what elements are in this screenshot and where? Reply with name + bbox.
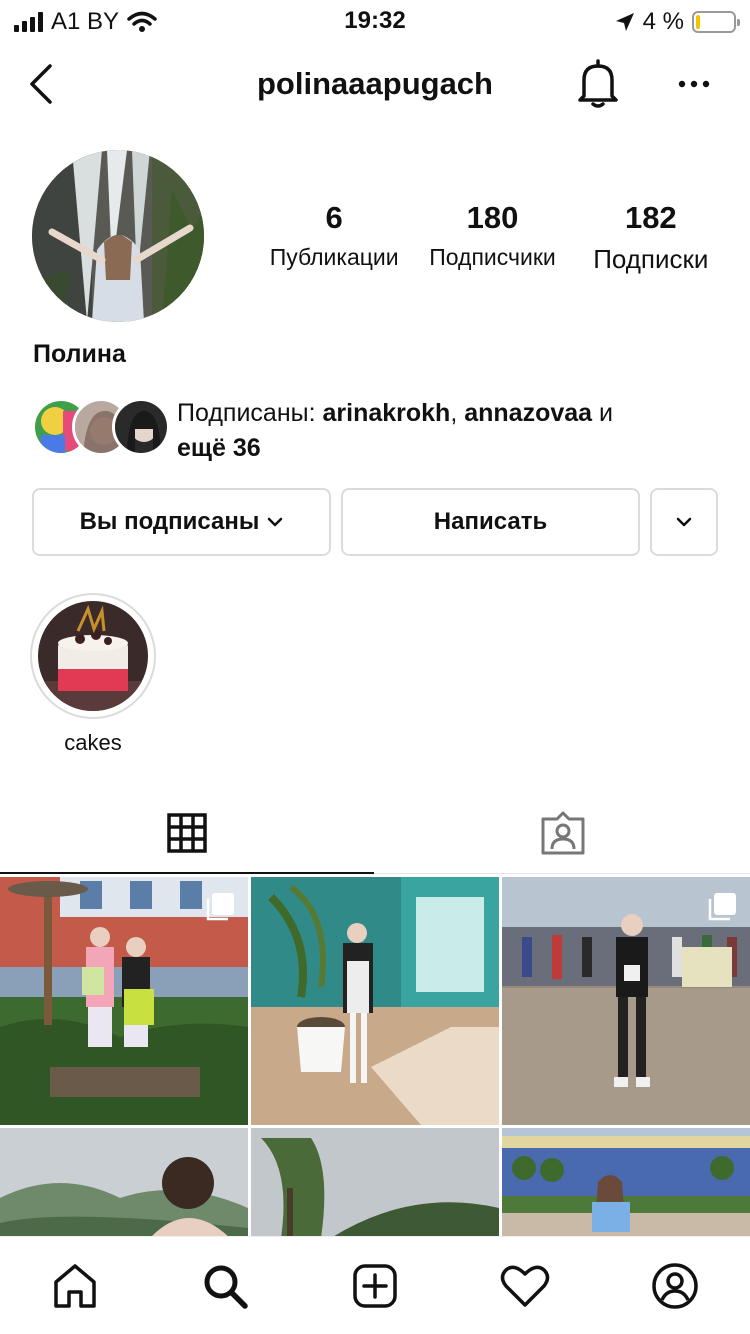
- nav-activity[interactable]: [450, 1237, 600, 1334]
- post-thumbnail[interactable]: [502, 1128, 750, 1237]
- nav-search[interactable]: [150, 1237, 300, 1334]
- story-highlight[interactable]: [30, 593, 156, 719]
- followed-by-text: Подписаны: arinakrokh, annazovaa и ещё 36: [177, 396, 717, 466]
- post-thumbnail[interactable]: [251, 1128, 499, 1237]
- subscribed-button[interactable]: Вы подписаны: [32, 488, 331, 556]
- profile-full-name: Полина: [33, 340, 126, 368]
- location-arrow-icon: [615, 13, 634, 31]
- posts-label: Публикации: [269, 244, 399, 270]
- followed-and: и: [592, 399, 613, 427]
- followers-value: 180: [466, 200, 519, 235]
- more-horizontal-icon[interactable]: [672, 66, 716, 102]
- bell-icon[interactable]: [574, 58, 622, 110]
- followed-sep: ,: [450, 399, 465, 427]
- profile-icon: [652, 1262, 698, 1309]
- multiple-photos-icon: [708, 893, 736, 921]
- post-thumbnail[interactable]: [502, 877, 750, 1125]
- profile-tabs: [0, 792, 750, 874]
- grid-icon: [167, 813, 207, 853]
- follower-name-2: annazovaa: [464, 399, 593, 427]
- highlight-cover: [38, 601, 148, 711]
- follower-avatar: [112, 398, 170, 456]
- tagged-person-icon: [541, 811, 584, 855]
- post-thumbnail[interactable]: [0, 1128, 248, 1237]
- nav-home[interactable]: [0, 1237, 150, 1334]
- profile-username: polinaaapugach: [257, 66, 493, 101]
- chevron-down-icon: [676, 517, 692, 527]
- posts-count: 6 Публикации: [255, 200, 413, 275]
- multiple-photos-icon: [206, 893, 234, 921]
- subscribed-label: Вы подписаны: [79, 508, 260, 535]
- follower-name-1: arinakrokh: [322, 399, 451, 427]
- battery-fill: [696, 15, 701, 29]
- active-tab-indicator: [0, 872, 374, 874]
- post-thumbnail[interactable]: [0, 877, 248, 1125]
- add-post-icon: [353, 1263, 397, 1308]
- followed-by[interactable]: Подписаны: arinakrokh, annazovaa и ещё 36: [32, 396, 732, 466]
- search-icon: [204, 1265, 248, 1309]
- tab-tagged[interactable]: [375, 792, 750, 874]
- nav-new-post[interactable]: [300, 1237, 450, 1334]
- avatar-photo: [32, 150, 204, 322]
- following-value: 182: [624, 200, 677, 235]
- nav-profile[interactable]: [600, 1237, 750, 1334]
- posts-value: 6: [325, 200, 343, 235]
- followed-prefix: Подписаны:: [177, 399, 323, 427]
- battery-percent: 4 %: [642, 8, 684, 35]
- posts-grid: [0, 877, 750, 1237]
- bottom-navigation: [0, 1236, 750, 1334]
- profile-avatar[interactable]: [32, 150, 204, 322]
- message-button[interactable]: Написать: [341, 488, 640, 556]
- profile-header: polinaaapugach: [0, 50, 750, 120]
- profile-stats: 6 Публикации 180 Подписчики 182 Подписки: [255, 200, 730, 275]
- message-label: Написать: [433, 508, 548, 535]
- battery-icon: [692, 11, 740, 33]
- following-count[interactable]: 182 Подписки: [572, 200, 730, 275]
- highlight-label: cakes: [64, 730, 122, 755]
- status-right: 4 %: [615, 8, 740, 36]
- home-icon: [54, 1263, 96, 1308]
- tab-posts-grid[interactable]: [0, 792, 374, 874]
- followed-more: ещё 36: [177, 434, 261, 462]
- post-thumbnail[interactable]: [251, 877, 499, 1125]
- suggested-accounts-button[interactable]: [650, 488, 718, 556]
- heart-icon: [500, 1265, 550, 1307]
- followers-label: Подписчики: [429, 244, 556, 270]
- chevron-down-icon: [268, 517, 283, 527]
- following-label: Подписки: [593, 244, 709, 274]
- status-bar: A1 BY 19:32 4 %: [0, 0, 750, 42]
- followers-count[interactable]: 180 Подписчики: [413, 200, 571, 275]
